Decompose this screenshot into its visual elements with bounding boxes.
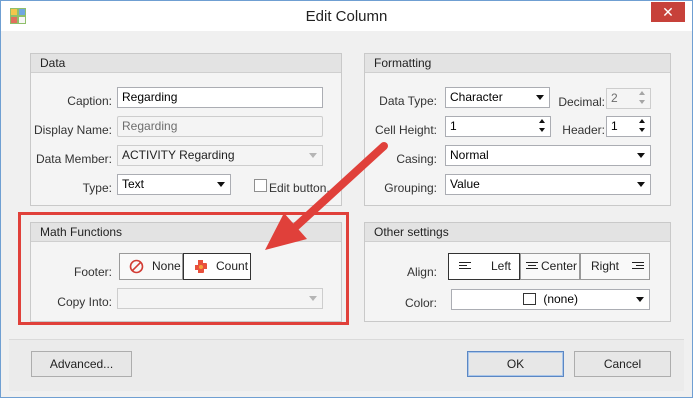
align-right-label: Right — [591, 259, 620, 273]
header-value: 1 — [611, 119, 618, 133]
edit-button-checkbox[interactable] — [254, 179, 267, 192]
formatting-group: Formatting Data Type: Character Decimal:… — [364, 53, 671, 206]
type-label: Type: — [82, 181, 112, 195]
color-swatch — [522, 293, 536, 305]
ok-button[interactable]: OK — [467, 351, 564, 377]
caption-label: Caption: — [67, 94, 112, 108]
type-value: Text — [122, 177, 145, 191]
cell-height-label: Cell Height: — [374, 123, 437, 137]
data-type-select[interactable]: Character — [445, 87, 550, 108]
data-group-header: Data — [31, 54, 341, 73]
other-settings-group: Other settings Align: Left Center Right — [364, 222, 671, 322]
display-name-label: Display Name: — [33, 123, 112, 137]
data-type-value: Character — [450, 90, 503, 104]
cancel-button[interactable]: Cancel — [574, 351, 671, 377]
data-group: Data Caption: Regarding Display Name: Re… — [30, 53, 342, 206]
advanced-button[interactable]: Advanced... — [31, 351, 132, 377]
chevron-down-icon — [536, 95, 544, 100]
color-select[interactable]: (none) — [451, 289, 650, 310]
decimal-label: Decimal: — [558, 95, 605, 109]
spinner-arrows-icon — [639, 91, 647, 106]
data-member-select[interactable]: ACTIVITY Regarding — [117, 145, 323, 166]
spinner-arrows-icon — [639, 119, 647, 134]
display-name-input[interactable]: Regarding — [117, 116, 323, 137]
header-label: Header: — [562, 123, 605, 137]
align-right-button[interactable]: Right — [580, 253, 650, 280]
type-select[interactable]: Text — [117, 174, 231, 195]
align-right-icon — [632, 262, 644, 272]
align-center-icon — [526, 262, 538, 272]
highlight-box — [18, 212, 349, 325]
align-label: Align: — [406, 265, 437, 279]
casing-value: Normal — [450, 148, 489, 162]
close-button[interactable]: ✕ — [651, 2, 685, 22]
chevron-down-icon — [309, 153, 317, 158]
chevron-down-icon — [637, 182, 645, 187]
title-bar: Edit Column ✕ — [1, 1, 692, 31]
align-left-label: Left — [491, 259, 512, 273]
formatting-group-header: Formatting — [365, 54, 670, 73]
align-left-icon — [459, 262, 471, 272]
color-value: (none) — [543, 292, 579, 306]
edit-button-label: Edit button. — [269, 181, 330, 195]
grouping-value: Value — [450, 177, 480, 191]
casing-select[interactable]: Normal — [445, 145, 651, 166]
align-left-button[interactable]: Left — [448, 253, 520, 280]
edit-column-dialog: Edit Column ✕ Data Caption: Regarding Di… — [0, 0, 693, 398]
data-member-label: Data Member: — [35, 152, 112, 166]
spinner-arrows-icon — [539, 119, 547, 134]
grouping-select[interactable]: Value — [445, 174, 651, 195]
header-stepper[interactable]: 1 — [606, 116, 651, 137]
color-label: Color: — [404, 296, 437, 310]
grouping-label: Grouping: — [384, 181, 437, 195]
cell-height-value: 1 — [450, 119, 457, 133]
cell-height-stepper[interactable]: 1 — [445, 116, 551, 137]
decimal-stepper[interactable]: 2 — [606, 88, 651, 109]
data-member-value: ACTIVITY Regarding — [122, 148, 235, 162]
decimal-value: 2 — [611, 91, 618, 105]
chevron-down-icon — [637, 153, 645, 158]
other-settings-group-header: Other settings — [365, 223, 670, 242]
caption-input[interactable]: Regarding — [117, 87, 323, 108]
window-title: Edit Column — [305, 8, 388, 25]
data-type-label: Data Type: — [379, 94, 437, 108]
chevron-down-icon — [217, 182, 225, 187]
align-center-label: Center — [541, 259, 578, 273]
close-icon: ✕ — [662, 4, 674, 20]
chevron-down-icon — [636, 297, 644, 302]
align-center-button[interactable]: Center — [520, 253, 580, 280]
casing-label: Casing: — [396, 152, 437, 166]
